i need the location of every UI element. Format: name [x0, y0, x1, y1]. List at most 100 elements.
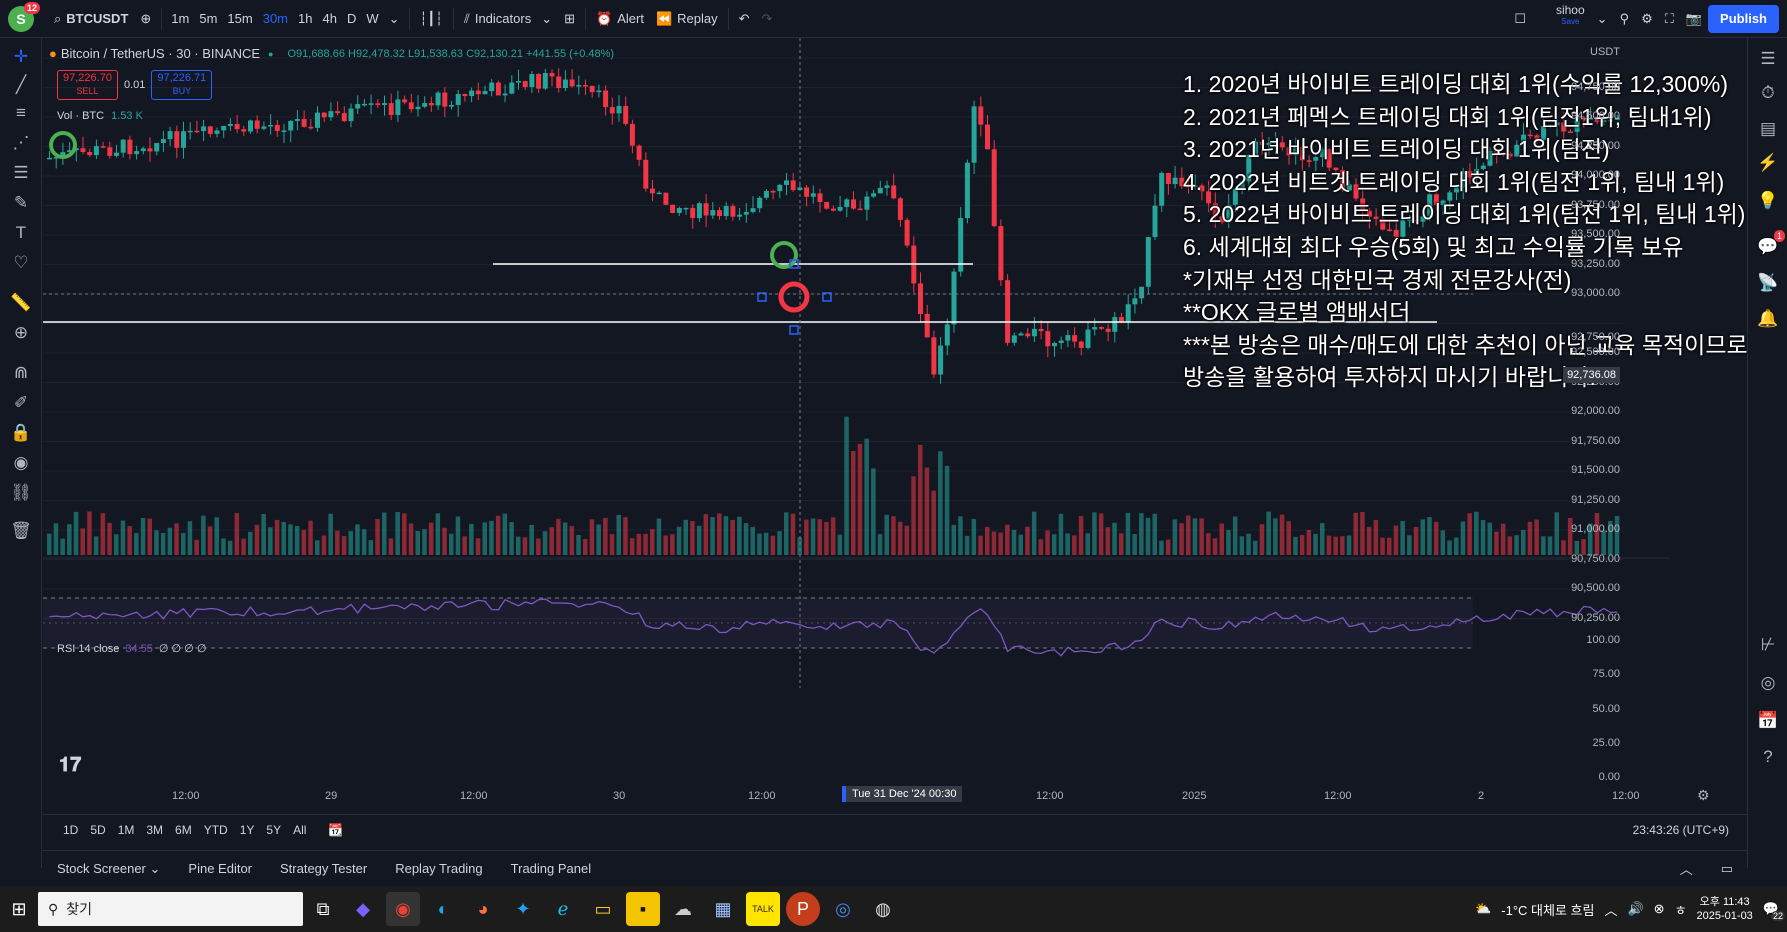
chart-pattern-icon[interactable]: ⊬ — [1755, 632, 1781, 658]
timeframe-w[interactable]: W — [361, 11, 383, 26]
alert-button[interactable]: ⏰ Alert — [590, 5, 650, 33]
fib-icon[interactable]: ☰ — [8, 160, 34, 186]
save-layout-button[interactable]: sihoo Save — [1550, 4, 1591, 33]
notification-icon[interactable]: 💬 22 — [1763, 901, 1785, 921]
lock-icon[interactable]: 🔒 — [8, 420, 34, 446]
range-1m[interactable]: 1M — [112, 823, 141, 837]
chevron-down-icon[interactable]: ⌄ — [1591, 5, 1614, 33]
draw-lock-icon[interactable]: ✐ — [8, 390, 34, 416]
price-tick: 90,750.00 — [1571, 553, 1620, 565]
timeframe-30m[interactable]: 30m — [258, 11, 293, 26]
timeframe-d[interactable]: D — [342, 11, 361, 26]
replay-button[interactable]: ⏪ Replay — [650, 5, 724, 33]
bird-app-icon[interactable]: ✦ — [506, 892, 540, 926]
trash-icon[interactable]: 🗑 — [8, 518, 34, 544]
chevron-down-icon[interactable]: ⌄ — [384, 11, 405, 27]
help-icon[interactable]: ? — [1755, 744, 1781, 770]
volume-bar — [1420, 519, 1425, 555]
tab-stock-screener[interactable]: Stock Screener ⌄ — [43, 861, 174, 877]
horizontal-lines-icon[interactable]: ≡ — [8, 100, 34, 126]
timeframe-1h[interactable]: 1h — [293, 11, 317, 26]
tray-clock[interactable]: 오후 11:43 2025-01-03 — [1697, 895, 1753, 923]
range-ytd[interactable]: YTD — [198, 823, 234, 837]
kakaotalk-icon[interactable]: TALK — [746, 892, 780, 926]
magnet-icon[interactable]: ⋒ — [8, 360, 34, 386]
range-1d[interactable]: 1D — [57, 823, 84, 837]
tab-strategy-tester[interactable]: Strategy Tester — [266, 861, 381, 876]
weather-text[interactable]: -1°C 대체로 흐림 — [1501, 900, 1594, 919]
volume-icon[interactable]: 🔊 — [1627, 901, 1643, 917]
heart-icon[interactable]: ♡ — [8, 250, 34, 276]
app-icon[interactable]: ☁ — [666, 892, 700, 926]
timeframe-4h[interactable]: 4h — [317, 11, 341, 26]
volume-bar — [556, 518, 561, 555]
target-icon[interactable]: ◎ — [1755, 670, 1781, 696]
brush-icon[interactable]: ✎ — [8, 190, 34, 216]
range-6m[interactable]: 6M — [169, 823, 198, 837]
publish-button[interactable]: Publish — [1708, 4, 1779, 33]
volume-bar — [187, 521, 193, 555]
tab-replay-trading[interactable]: Replay Trading — [381, 861, 496, 876]
timeframe-5m[interactable]: 5m — [194, 11, 222, 26]
tab-trading-panel[interactable]: Trading Panel — [497, 861, 605, 876]
candle-type-icon[interactable]: ┆┃┆ — [414, 5, 449, 33]
goto-date-icon[interactable]: 📆 — [322, 823, 349, 837]
volume-bar — [274, 519, 280, 555]
crosshair-icon[interactable]: ✛ — [8, 44, 34, 70]
buy-button[interactable]: 97,226.71 BUY — [151, 70, 213, 100]
vpn-icon[interactable]: ⊗ — [1654, 901, 1665, 917]
camera-icon[interactable]: 📷 — [1680, 5, 1708, 33]
ime-icon[interactable]: ㅎ — [1675, 900, 1687, 919]
chart-area[interactable]: ● Bitcoin / TetherUS · 30 · BINANCE ● O9… — [43, 38, 1748, 808]
edge-icon[interactable]: ◐ — [426, 892, 460, 926]
chrome-profile-icon[interactable]: ◎ — [826, 892, 860, 926]
maximize-panel-icon[interactable]: ▭ — [1707, 861, 1747, 877]
trendline-icon[interactable]: ╱ — [8, 72, 34, 98]
settings-gear-icon[interactable]: ⚙ — [1635, 5, 1659, 33]
sticky-notes-icon[interactable]: ▪ — [626, 892, 660, 926]
sell-button[interactable]: 97,226.70 SELL — [57, 70, 118, 100]
axis-settings-icon[interactable]: ⚙ — [1697, 787, 1710, 804]
range-3m[interactable]: 3M — [140, 823, 169, 837]
text-icon[interactable]: T — [8, 220, 34, 246]
file-explorer-icon[interactable]: ▭ — [586, 892, 620, 926]
chevron-up-icon[interactable]: ︿ — [1666, 859, 1707, 878]
chrome-icon[interactable]: ◉ — [386, 892, 420, 926]
layout-square-icon[interactable]: ☐ — [1508, 5, 1532, 33]
powerpoint-icon[interactable]: P — [786, 892, 820, 926]
quick-search-icon[interactable]: ⚲ — [1614, 5, 1636, 33]
internet-explorer-icon[interactable]: ℯ — [546, 892, 580, 926]
taskbar-search[interactable]: ⚲ 찾기 — [38, 892, 303, 926]
fullscreen-icon[interactable]: ⛶ — [1659, 5, 1680, 33]
layouts-grid-icon[interactable]: ⊞ — [558, 5, 581, 33]
pitchfork-icon[interactable]: ⋰ — [8, 130, 34, 156]
volume-bar — [576, 534, 581, 555]
indicators-button[interactable]: ⫽ Indicators ⌄ — [458, 5, 558, 33]
undo-icon[interactable]: ↶ — [733, 5, 756, 33]
timeframe-15m[interactable]: 15m — [222, 11, 257, 26]
symbol-search-button[interactable]: ⌕ BTCUSDT — [48, 5, 134, 33]
calculator-icon[interactable]: ▦ — [706, 892, 740, 926]
zoom-in-icon[interactable]: ⊕ — [8, 320, 34, 346]
range-5y[interactable]: 5Y — [260, 823, 287, 837]
compare-add-icon[interactable]: ⊕ — [134, 5, 157, 33]
range-all[interactable]: All — [287, 823, 312, 837]
eye-icon[interactable]: ◉ — [8, 450, 34, 476]
volume-bar — [335, 530, 340, 555]
copilot-icon[interactable]: ◆ — [346, 892, 380, 926]
user-avatar[interactable]: S 12 — [8, 1, 40, 32]
range-5d[interactable]: 5D — [84, 823, 111, 837]
task-view-icon[interactable]: ⧉ — [306, 892, 340, 926]
obs-icon[interactable]: ◍ — [866, 892, 900, 926]
chevron-up-icon[interactable]: ︿ — [1604, 900, 1617, 919]
windows-start-icon[interactable]: ⊞ — [0, 886, 38, 932]
calendar-icon[interactable]: 📅 — [1755, 708, 1781, 734]
tab-pine-editor[interactable]: Pine Editor — [174, 861, 266, 876]
timeframe-1m[interactable]: 1m — [166, 11, 194, 26]
timezone-clock[interactable]: 23:43:26 (UTC+9) — [1633, 823, 1729, 837]
ruler-icon[interactable]: 📏 — [8, 290, 34, 316]
firefox-icon[interactable]: ◕ — [466, 892, 500, 926]
link-icon[interactable]: ⛓ — [8, 480, 34, 506]
range-1y[interactable]: 1Y — [234, 823, 261, 837]
redo-icon[interactable]: ↷ — [756, 5, 779, 33]
